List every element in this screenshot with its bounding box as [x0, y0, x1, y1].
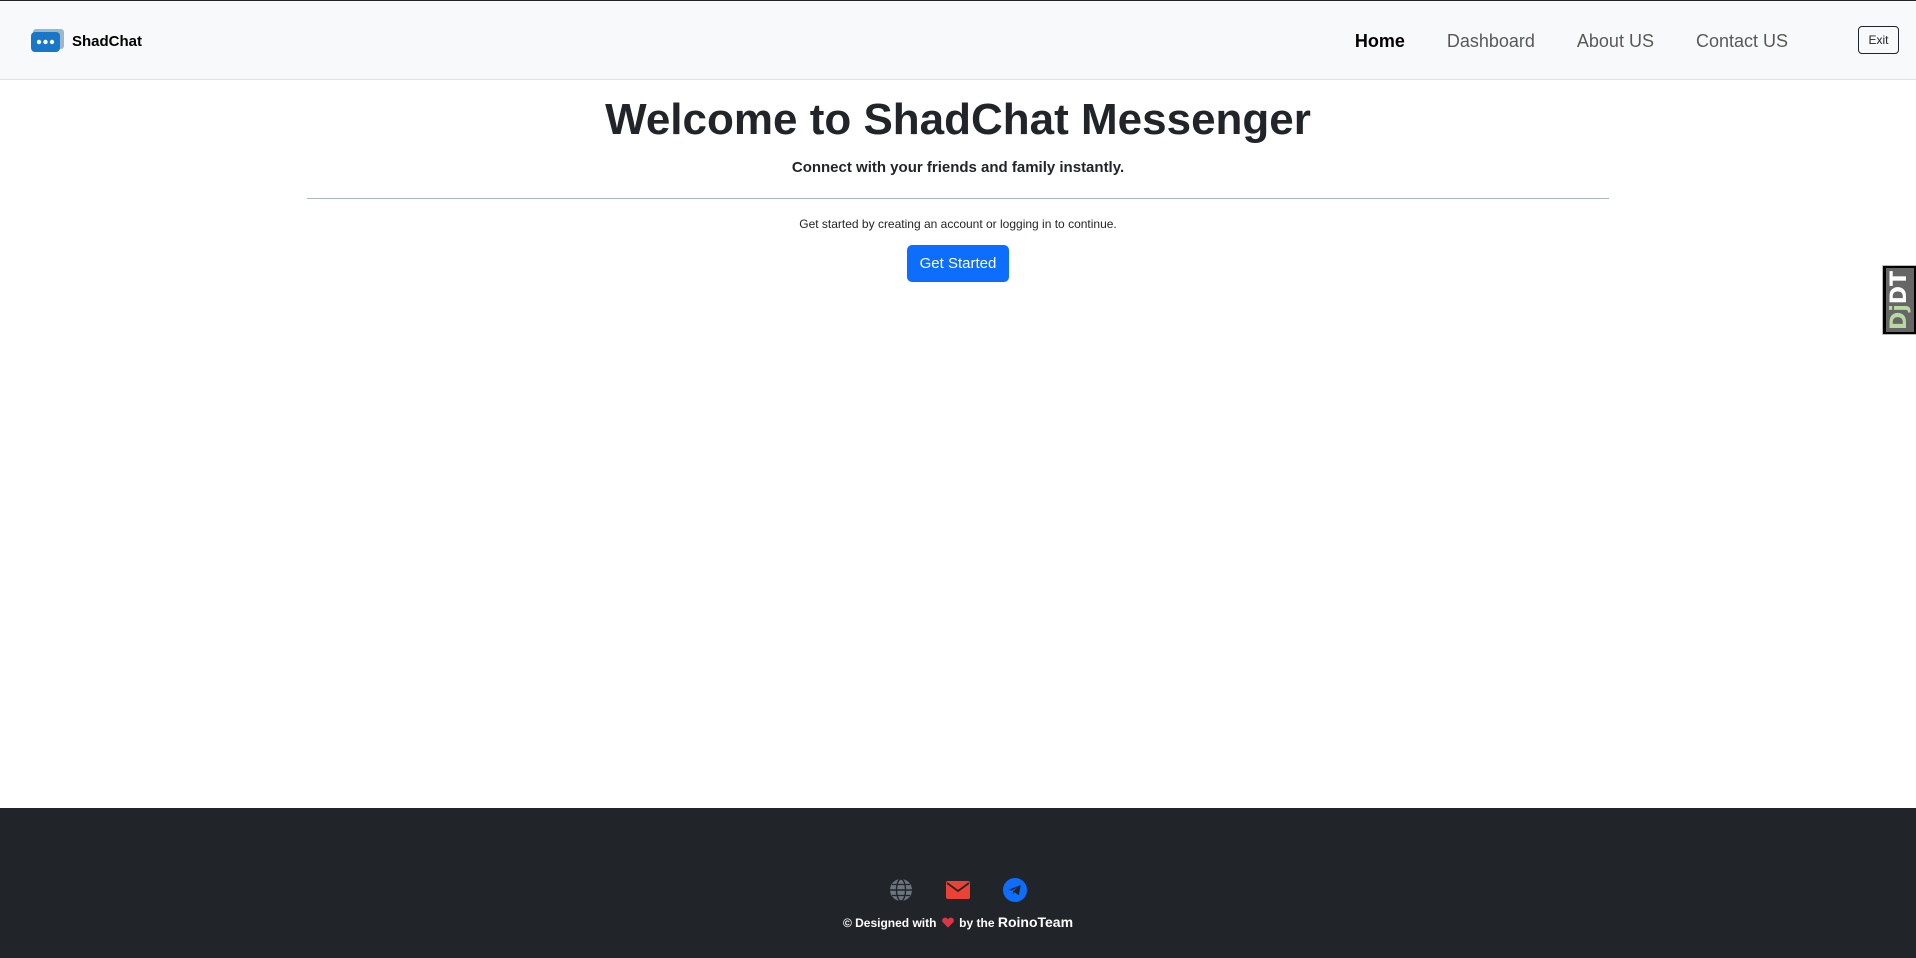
debug-toolbar-prefix: Dj [1887, 303, 1912, 330]
nav-link-about[interactable]: About US [1577, 31, 1654, 52]
nav-link-home[interactable]: Home [1355, 31, 1405, 52]
page-title: Welcome to ShadChat Messenger [605, 95, 1311, 144]
footer-credit: © Designed with by the RoinoTeam [0, 914, 1916, 930]
credit-middle: by the [959, 916, 995, 930]
page: ShadChat Home Dashboard About US Contact… [0, 0, 1916, 958]
nav-link-dashboard[interactable]: Dashboard [1447, 31, 1535, 52]
navbar: ShadChat Home Dashboard About US Contact… [0, 0, 1916, 80]
telegram-icon[interactable] [1003, 878, 1027, 902]
hero-text: Get started by creating an account or lo… [799, 216, 1117, 231]
debug-toolbar-label: DjDT [1887, 270, 1912, 329]
get-started-button[interactable]: Get Started [906, 244, 1010, 282]
team-name: RoinoTeam [997, 914, 1074, 930]
chat-bubble-icon [31, 29, 64, 52]
globe-icon[interactable] [889, 878, 913, 902]
heart-icon [941, 917, 954, 928]
nav-link-contact[interactable]: Contact US [1696, 31, 1788, 52]
hero-section: Welcome to ShadChat Messenger Connect wi… [0, 80, 1916, 282]
debug-toolbar-handle[interactable]: DjDT [1882, 265, 1916, 335]
envelope-icon[interactable] [946, 878, 970, 902]
debug-toolbar-handle-inner: DjDT [1885, 268, 1914, 332]
credit-prefix: © Designed with [842, 916, 937, 930]
brand-name: ShadChat [72, 32, 143, 50]
debug-toolbar-suffix: DT [1887, 270, 1912, 304]
footer-icons [0, 878, 1916, 902]
brand-link[interactable]: ShadChat [30, 27, 142, 55]
divider [307, 197, 1609, 199]
nav-links: Home Dashboard About US Contact US [1313, 1, 1788, 81]
exit-button[interactable]: Exit [1858, 26, 1899, 54]
hero-subtitle: Connect with your friends and family ins… [791, 158, 1125, 176]
footer: © Designed with by the RoinoTeam [0, 808, 1916, 958]
